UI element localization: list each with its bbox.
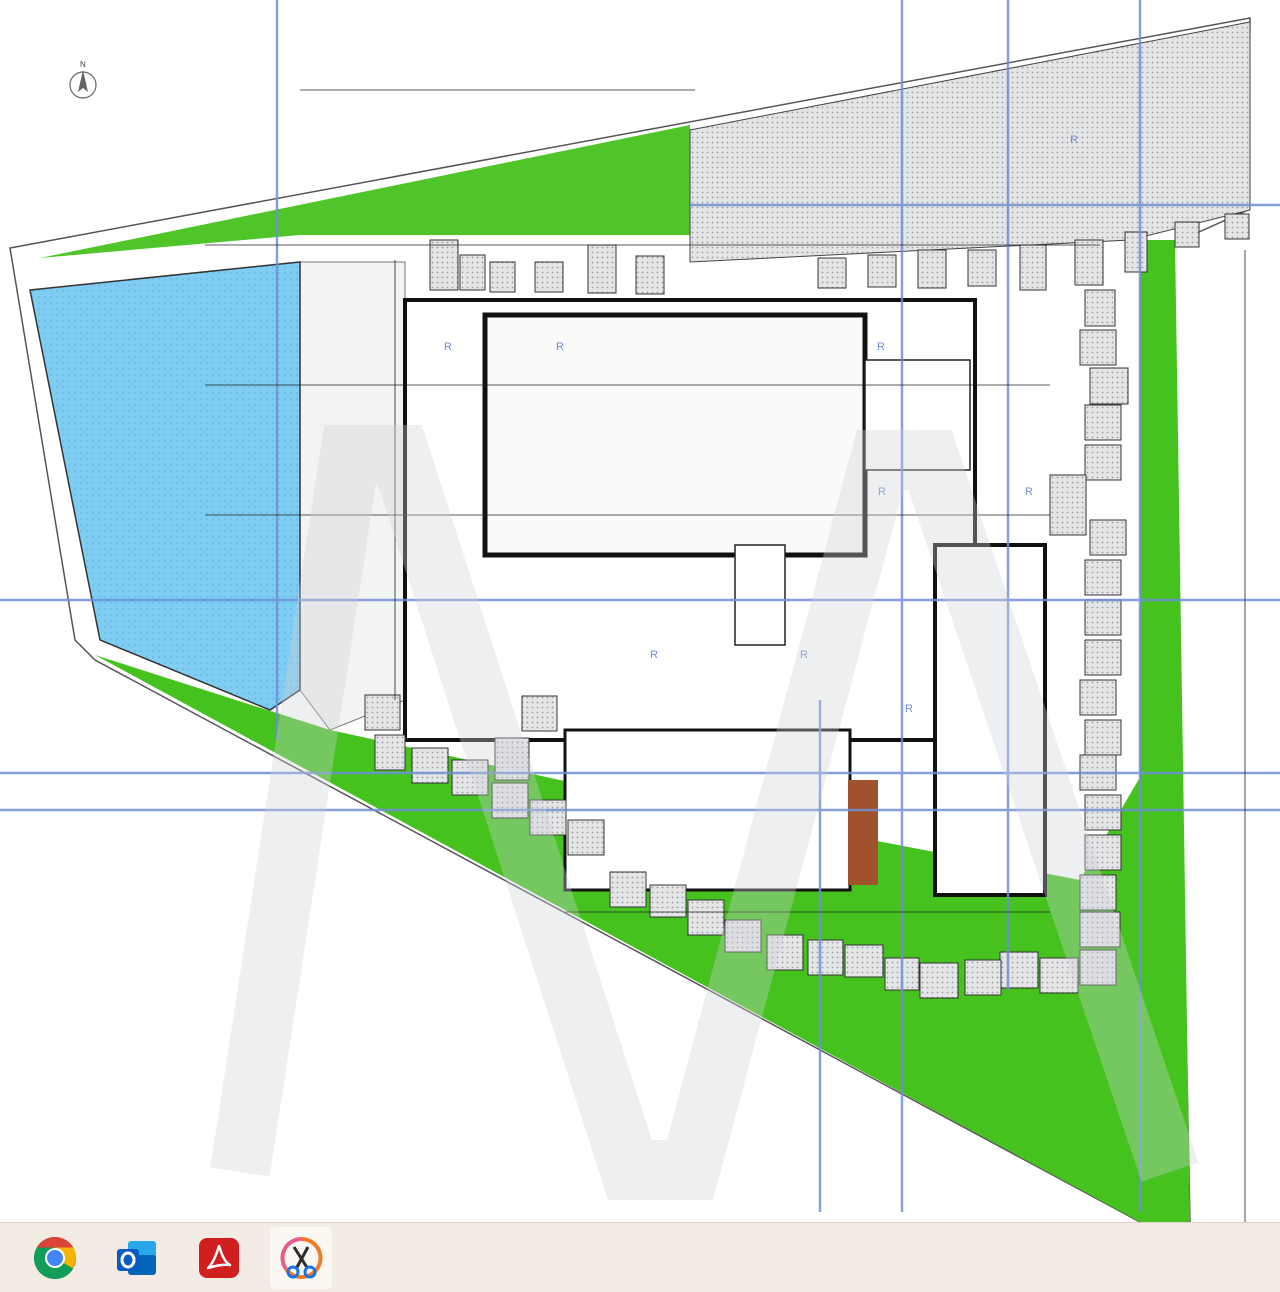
snipping-tool-icon	[280, 1236, 323, 1279]
taskbar-app-chrome[interactable]	[24, 1227, 86, 1289]
svg-text:R: R	[1025, 486, 1033, 498]
taskbar-app-snipping-tool[interactable]	[270, 1226, 332, 1289]
taskbar-app-acrobat[interactable]	[188, 1227, 250, 1289]
paving-area	[689, 21, 1251, 263]
svg-text:R: R	[650, 649, 658, 661]
taskbar	[0, 1222, 1280, 1292]
taskbar-app-outlook[interactable]	[106, 1227, 168, 1289]
svg-text:N: N	[80, 60, 86, 69]
courtyard	[482, 312, 868, 558]
floor-plan-drawing: N RR RR RR RR R	[0, 0, 1280, 1222]
svg-text:R: R	[905, 703, 913, 715]
floor-plan-viewer[interactable]: N RR RR RR RR R	[0, 0, 1280, 1222]
svg-text:R: R	[444, 341, 452, 353]
outlook-icon	[117, 1240, 156, 1275]
kitchen-island	[734, 544, 786, 646]
svg-text:R: R	[877, 341, 885, 353]
acrobat-icon	[199, 1237, 239, 1278]
staircase-wood	[848, 780, 878, 885]
pool	[29, 261, 301, 711]
north-arrow-icon: N	[69, 60, 97, 99]
chrome-icon	[33, 1236, 76, 1279]
svg-text:R: R	[1070, 134, 1078, 146]
svg-text:R: R	[556, 341, 564, 353]
